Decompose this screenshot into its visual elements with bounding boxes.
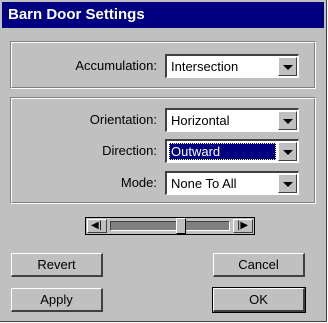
- mode-select[interactable]: None To All: [165, 171, 299, 195]
- step-back-icon: ◀|: [91, 220, 103, 231]
- slider-step-forward-button[interactable]: |▶: [233, 219, 253, 233]
- direction-dropdown-icon[interactable]: [278, 142, 297, 161]
- apply-button[interactable]: Apply: [11, 288, 103, 312]
- barn-door-dialog: Barn Door Settings Accumulation: Interse…: [0, 0, 327, 322]
- orientation-dropdown-icon[interactable]: [278, 111, 297, 130]
- step-forward-icon: |▶: [237, 220, 249, 231]
- position-slider[interactable]: ◀| |▶: [85, 217, 255, 235]
- orientation-select[interactable]: Horizontal: [165, 108, 299, 132]
- orientation-label: Orientation:: [89, 112, 157, 127]
- slider-thumb[interactable]: [176, 218, 186, 234]
- accumulation-dropdown-icon[interactable]: [278, 57, 297, 76]
- slider-step-back-button[interactable]: ◀|: [87, 219, 107, 233]
- door-options-group: Orientation: Horizontal Direction: Outwa…: [10, 97, 316, 204]
- accumulation-label: Accumulation:: [75, 58, 157, 73]
- mode-dropdown-icon[interactable]: [278, 174, 297, 193]
- direction-value: Outward: [169, 143, 276, 160]
- cancel-button[interactable]: Cancel: [213, 253, 305, 277]
- slider-track[interactable]: [110, 218, 230, 234]
- accumulation-value: Intersection: [171, 59, 239, 74]
- direction-select[interactable]: Outward: [165, 139, 299, 163]
- mode-label: Mode:: [120, 175, 157, 190]
- revert-button[interactable]: Revert: [11, 253, 103, 277]
- dialog-title: Barn Door Settings: [2, 2, 324, 28]
- accumulation-select[interactable]: Intersection: [165, 54, 299, 78]
- direction-label: Direction:: [102, 143, 157, 158]
- mode-value: None To All: [171, 176, 237, 191]
- ok-button[interactable]: OK: [212, 287, 306, 313]
- orientation-value: Horizontal: [171, 113, 230, 128]
- accumulation-group: Accumulation: Intersection: [10, 41, 316, 89]
